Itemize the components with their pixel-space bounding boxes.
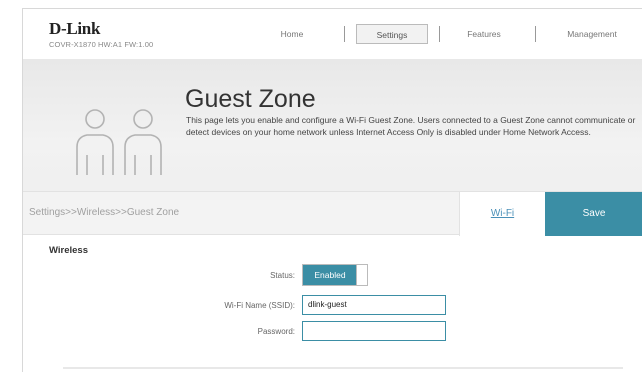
toggle-knob — [356, 265, 367, 285]
page-frame: D-Link COVR-X1870 HW:A1 FW:1.00 Home Set… — [22, 8, 642, 372]
save-button[interactable]: Save — [545, 192, 642, 236]
section-title-wireless: Wireless — [49, 245, 88, 256]
ssid-input[interactable]: dlink-guest — [302, 295, 446, 315]
nav-divider — [439, 26, 440, 42]
two-users-icon — [76, 109, 162, 175]
nav-management[interactable]: Management — [547, 24, 637, 44]
status-toggle-value: Enabled — [303, 265, 357, 285]
ssid-label: Wi-Fi Name (SSID): — [224, 301, 295, 310]
nav-divider — [535, 26, 536, 42]
page-title: Guest Zone — [185, 85, 316, 113]
breadcrumb: Settings>>Wireless>>Guest Zone — [29, 207, 180, 218]
breadcrumb-bar: Settings>>Wireless>>Guest Zone Wi-Fi Sav… — [23, 191, 642, 236]
password-input[interactable] — [302, 321, 446, 341]
page-description: This page lets you enable and configure … — [186, 115, 636, 137]
wifi-link[interactable]: Wi-Fi — [459, 192, 545, 236]
dlink-logo: D-Link — [49, 19, 101, 38]
divider — [63, 367, 623, 369]
status-label: Status: — [270, 271, 295, 280]
nav-home[interactable]: Home — [267, 24, 317, 44]
page-header-banner: Guest Zone This page lets you enable and… — [23, 59, 642, 199]
password-label: Password: — [257, 327, 295, 336]
nav-divider — [344, 26, 345, 42]
firmware-info: COVR-X1870 HW:A1 FW:1.00 — [49, 40, 154, 49]
nav-settings[interactable]: Settings — [356, 24, 428, 44]
nav-features[interactable]: Features — [451, 24, 517, 44]
top-bar: D-Link COVR-X1870 HW:A1 FW:1.00 Home Set… — [23, 9, 642, 59]
status-toggle[interactable]: Enabled — [302, 264, 368, 286]
